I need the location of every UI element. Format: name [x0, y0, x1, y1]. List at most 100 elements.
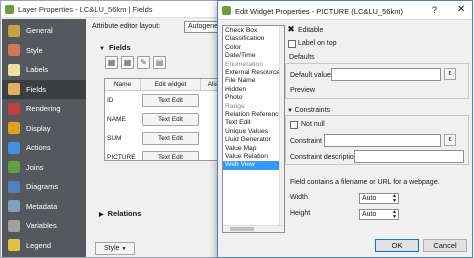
widget-type-item[interactable]: Classification: [225, 35, 282, 43]
widget-type-item[interactable]: Date/Time: [225, 52, 282, 60]
default-value-input[interactable]: [331, 68, 441, 81]
column-header-edit-widget[interactable]: Edit widget: [141, 79, 201, 91]
widget-type-item[interactable]: Photo: [225, 94, 282, 102]
edit-widget-button[interactable]: Text Edit: [142, 113, 199, 126]
preview-label: Preview: [290, 87, 315, 94]
metadata-icon: [8, 200, 20, 212]
constraint-description-input[interactable]: [354, 150, 464, 163]
sidebar-item-fields[interactable]: Fields: [2, 79, 86, 99]
expression-button[interactable]: ε: [444, 68, 456, 80]
label-on-top-label: Label on top: [298, 40, 337, 47]
horizontal-scrollbar[interactable]: [223, 225, 284, 232]
widget-type-item[interactable]: Check Box: [225, 27, 282, 35]
sidebar-item-general[interactable]: General: [2, 21, 86, 40]
sidebar-item-label: Fields: [26, 84, 47, 94]
height-spinbox[interactable]: Auto ▲ ▼: [359, 209, 399, 220]
widget-type-item[interactable]: Color: [225, 44, 282, 52]
width-value: Auto: [362, 195, 377, 202]
new-field-button[interactable]: ▦: [105, 56, 118, 69]
edit-widget-button[interactable]: Text Edit: [142, 151, 199, 160]
edit-widget-dialog: Edit Widget Properties - PICTURE (LC&LU_…: [217, 0, 473, 258]
collapse-arrow-icon: ▼: [287, 108, 295, 114]
qgis-icon: [222, 6, 231, 15]
widget-type-item[interactable]: Enumeration: [225, 61, 282, 69]
epsilon-icon: ε: [448, 136, 452, 143]
sidebar-item-variables[interactable]: Variables: [2, 216, 86, 235]
style-button[interactable]: Style ▼: [95, 242, 135, 255]
defaults-group-title: Defaults: [289, 54, 315, 61]
widget-type-item[interactable]: Value Relation: [225, 153, 282, 161]
sidebar-item-actions[interactable]: Actions: [2, 138, 86, 157]
editable-checkbox[interactable]: ✖: [287, 25, 295, 34]
help-button[interactable]: ?: [432, 5, 437, 15]
delete-field-icon: ▦: [123, 58, 132, 67]
spin-arrows-icon[interactable]: ▲ ▼: [392, 210, 397, 220]
fields-section-header[interactable]: ▼ Fields: [99, 43, 131, 52]
default-value-label: Default value: [290, 72, 331, 79]
delete-field-button[interactable]: ▦: [121, 56, 134, 69]
spin-arrows-icon[interactable]: ▲ ▼: [392, 194, 397, 204]
sidebar-item-rendering[interactable]: Rendering: [2, 99, 86, 118]
sidebar-item-diagrams[interactable]: Diagrams: [2, 177, 86, 196]
not-null-label: Not null: [301, 121, 325, 128]
widget-type-item[interactable]: Unique Values: [225, 128, 282, 136]
cancel-button[interactable]: Cancel: [423, 239, 467, 252]
constraint-label: Constraint: [290, 138, 322, 145]
not-null-checkbox[interactable]: [290, 121, 298, 129]
widget-type-item[interactable]: Relation Reference: [225, 111, 282, 119]
field-calculator-button[interactable]: ▤: [153, 56, 166, 69]
edit-widget-button[interactable]: Text Edit: [142, 94, 199, 107]
sidebar-item-label: Legend: [26, 240, 52, 250]
table-row: NAME Text Edit: [105, 110, 218, 129]
display-icon: [8, 122, 20, 134]
style-icon: [8, 44, 20, 56]
sidebar-item-metadata[interactable]: Metadata: [2, 197, 86, 216]
sidebar-item-legend[interactable]: Legend: [2, 236, 86, 255]
dialog-title: Edit Widget Properties - PICTURE (LC&LU_…: [235, 7, 403, 16]
sidebar-item-label: General: [26, 26, 53, 35]
sidebar-item-labels[interactable]: Labels: [2, 60, 86, 79]
variables-icon: [8, 219, 20, 232]
sidebar-item-label: Joins: [26, 162, 44, 172]
dialog-titlebar: Edit Widget Properties - PICTURE (LC&LU_…: [218, 1, 472, 20]
widget-type-item[interactable]: File Name: [225, 77, 282, 85]
webview-info-text: Field contains a filename or URL for a w…: [290, 179, 440, 186]
widget-type-item[interactable]: External Resource: [225, 69, 282, 77]
widget-type-item[interactable]: Hidden: [225, 86, 282, 94]
constraints-group-title[interactable]: ▼ Constraints: [287, 107, 330, 114]
diagrams-icon: [8, 180, 20, 193]
toggle-edit-button[interactable]: ✎: [137, 56, 150, 69]
sidebar-item-style[interactable]: Style: [2, 41, 86, 60]
field-name: NAME: [107, 116, 126, 123]
edit-widget-button[interactable]: Text Edit: [142, 132, 199, 145]
fields-section-label: Fields: [108, 43, 131, 52]
field-name: SUM: [107, 135, 122, 142]
height-label: Height: [290, 210, 311, 217]
widget-type-item[interactable]: Text Edit: [225, 119, 282, 127]
general-icon: [8, 24, 20, 37]
expression-button[interactable]: ε: [444, 134, 456, 146]
width-spinbox[interactable]: Auto ▲ ▼: [359, 193, 399, 204]
relations-section-header[interactable]: ▶ Relations: [99, 209, 141, 218]
widget-type-item[interactable]: Uuid Generator: [225, 136, 282, 144]
field-name: PICTURE: [107, 154, 136, 161]
widget-type-item[interactable]: Web View: [223, 161, 283, 170]
column-header-name[interactable]: Name: [105, 79, 141, 91]
widget-type-item[interactable]: Range: [225, 103, 282, 111]
constraint-input[interactable]: [324, 134, 441, 147]
sidebar-item-joins[interactable]: Joins: [2, 158, 86, 177]
sidebar-item-display[interactable]: Display: [2, 119, 86, 138]
joins-icon: [8, 161, 20, 173]
ok-button[interactable]: OK: [375, 239, 419, 252]
label-on-top-checkbox[interactable]: [288, 40, 296, 48]
relations-section-label: Relations: [107, 209, 142, 218]
widget-type-list[interactable]: Check Box Classification Color Date/Time Enu…: [222, 25, 285, 233]
vertical-scrollbar[interactable]: [279, 26, 284, 226]
sidebar-item-label: Metadata: [26, 201, 58, 211]
table-row: SUM Text Edit: [105, 129, 218, 148]
sidebar-item-label: Style: [26, 45, 43, 55]
close-button[interactable]: ✕: [457, 4, 465, 15]
scrollbar-thumb[interactable]: [230, 227, 254, 231]
widget-type-item[interactable]: Value Map: [225, 145, 282, 153]
width-label: Width: [290, 194, 308, 201]
